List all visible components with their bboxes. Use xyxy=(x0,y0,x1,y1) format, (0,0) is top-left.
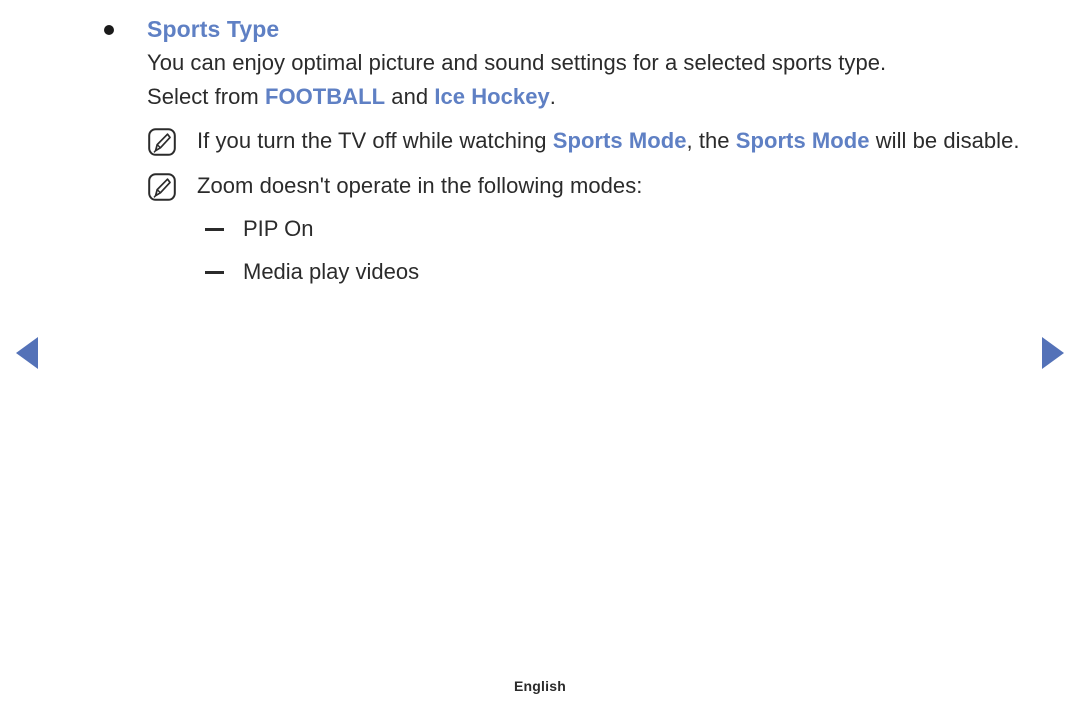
list-item: Media play videos xyxy=(205,254,1044,290)
note-1-prefix: If you turn the TV off while watching xyxy=(197,128,553,153)
dash-icon xyxy=(205,271,224,274)
bullet-dot-icon xyxy=(104,25,114,35)
dash-icon xyxy=(205,228,224,231)
highlight-sports-mode-2: Sports Mode xyxy=(735,128,870,153)
triangle-right-icon[interactable] xyxy=(1042,337,1064,369)
highlight-ice-hockey: Ice Hockey xyxy=(434,84,550,109)
triangle-left-icon[interactable] xyxy=(16,337,38,369)
highlight-sports-mode-1: Sports Mode xyxy=(552,128,687,153)
note-item: Zoom doesn't operate in the following mo… xyxy=(147,168,1044,204)
list-item-label: Media play videos xyxy=(243,259,420,284)
content-column: Sports Type You can enjoy optimal pictur… xyxy=(104,12,1044,290)
list-item-label: PIP On xyxy=(243,216,314,241)
note-1-middle: , the xyxy=(686,128,736,153)
paragraph-line-2-prefix: Select from xyxy=(147,84,265,109)
manual-page: Sports Type You can enjoy optimal pictur… xyxy=(0,0,1080,705)
footer-language-label: English xyxy=(514,678,566,694)
highlight-football: FOOTBALL xyxy=(264,84,386,109)
note-1-suffix: will be disable. xyxy=(869,128,1020,153)
section-heading-row: Sports Type xyxy=(104,12,1044,46)
paragraph-line-1: You can enjoy optimal picture and sound … xyxy=(147,50,887,75)
note-pen-icon xyxy=(147,127,177,157)
note-pen-icon xyxy=(147,172,177,202)
list-item: PIP On xyxy=(205,211,1044,247)
paragraph-line-2-middle: and xyxy=(385,84,435,109)
note-item: If you turn the TV off while watching Sp… xyxy=(147,123,1044,159)
paragraph-line-2-suffix: . xyxy=(549,84,556,109)
page-title: Sports Type xyxy=(147,16,280,42)
note-text: Zoom doesn't operate in the following mo… xyxy=(197,173,643,198)
note-text: If you turn the TV off while watching Sp… xyxy=(197,123,1020,159)
section-paragraph: You can enjoy optimal picture and sound … xyxy=(147,46,1044,114)
